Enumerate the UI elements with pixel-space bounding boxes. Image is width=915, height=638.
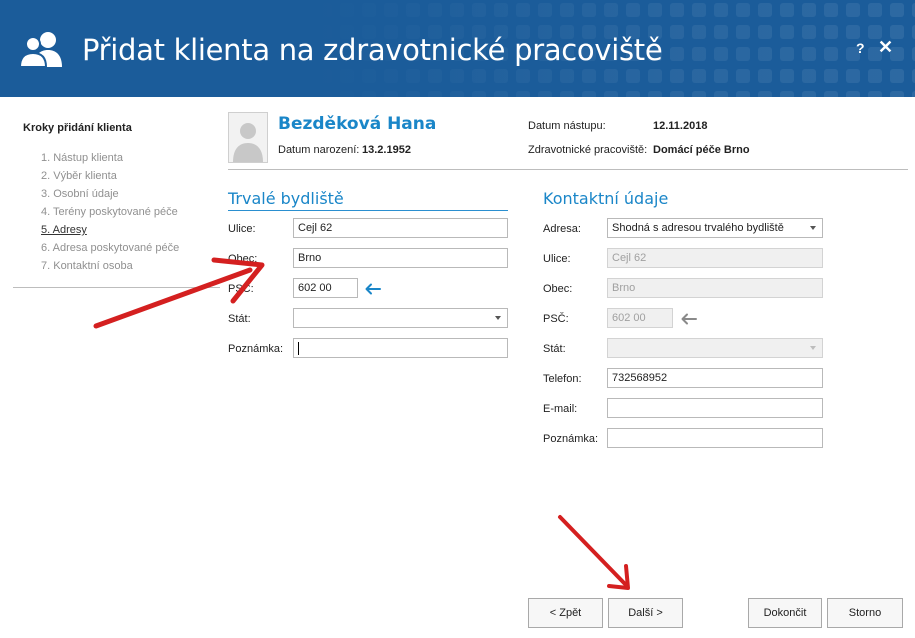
back-button[interactable]: < Zpět [528, 598, 603, 628]
steps-divider [13, 287, 220, 288]
contact-note-input[interactable] [607, 428, 823, 448]
workplace-label: Zdravotnické pracoviště: [528, 144, 648, 156]
dialog-title: Přidat klienta na zdravotnické pracovišt… [82, 33, 663, 67]
users-icon [20, 32, 62, 68]
step-item-3[interactable]: 3. Osobní údaje [41, 187, 179, 205]
perm-zip-label: PSČ: [228, 283, 254, 295]
contact-street-label: Ulice: [543, 253, 571, 265]
birth-date-label: Datum narození: [278, 144, 360, 156]
contact-city-label: Obec: [543, 283, 573, 295]
chevron-down-icon [810, 226, 816, 230]
steps-list: 1. Nástup klienta 2. Výběr klienta 3. Os… [41, 151, 179, 277]
perm-note-input[interactable] [293, 338, 508, 358]
perm-city-label: Obec: [228, 253, 258, 265]
cancel-button[interactable]: Storno [827, 598, 903, 628]
dialog-header: Přidat klienta na zdravotnické pracovišt… [0, 0, 915, 97]
start-date-value: 12.11.2018 [653, 120, 708, 132]
contact-street-input: Cejl 62 [607, 248, 823, 268]
client-name: Bezděková Hana [278, 114, 437, 134]
contact-city-input: Brno [607, 278, 823, 298]
chevron-down-icon [810, 346, 816, 350]
permanent-address-title: Trvalé bydliště [228, 189, 344, 208]
finish-button[interactable]: Dokončit [748, 598, 822, 628]
contact-note-label: Poznámka: [543, 433, 599, 445]
info-divider [228, 169, 908, 170]
contact-address-select[interactable]: Shodná s adresou trvalého bydliště [607, 218, 823, 238]
text-caret [298, 342, 299, 355]
contact-email-input[interactable] [607, 398, 823, 418]
contact-email-label: E-mail: [543, 403, 578, 415]
contact-phone-input[interactable]: 732568952 [607, 368, 823, 388]
contact-title: Kontaktní údaje [543, 189, 669, 208]
contact-address-value: Shodná s adresou trvalého bydliště [612, 222, 784, 234]
contact-country-select [607, 338, 823, 358]
perm-street-label: Ulice: [228, 223, 256, 235]
help-button[interactable]: ? [856, 40, 865, 56]
workplace-value: Domácí péče Brno [653, 144, 750, 156]
chevron-down-icon [495, 316, 501, 320]
close-button[interactable]: ✕ [878, 37, 893, 58]
start-date-label: Datum nástupu: [528, 120, 606, 132]
step-item-2[interactable]: 2. Výběr klienta [41, 169, 179, 187]
perm-street-input[interactable]: Cejl 62 [293, 218, 508, 238]
person-icon [233, 123, 263, 162]
perm-zip-input[interactable]: 602 00 [293, 278, 358, 298]
perm-country-label: Stát: [228, 313, 251, 325]
contact-phone-label: Telefon: [543, 373, 582, 385]
step-item-5[interactable]: 5. Adresy [41, 223, 179, 241]
contact-zip-input: 602 00 [607, 308, 673, 328]
contact-country-label: Stát: [543, 343, 566, 355]
copy-address-arrow-icon[interactable] [364, 283, 382, 295]
annotation-arrow-icon [558, 515, 630, 590]
contact-zip-label: PSČ: [543, 313, 569, 325]
birth-date-value: 13.2.1952 [362, 144, 411, 156]
next-button[interactable]: Další > [608, 598, 683, 628]
client-avatar [228, 112, 268, 163]
step-item-1[interactable]: 1. Nástup klienta [41, 151, 179, 169]
copy-address-arrow-icon [681, 313, 697, 325]
contact-address-label: Adresa: [543, 223, 581, 235]
step-item-4[interactable]: 4. Terény poskytované péče [41, 205, 179, 223]
perm-city-input[interactable]: Brno [293, 248, 508, 268]
step-item-7[interactable]: 7. Kontaktní osoba [41, 259, 179, 277]
step-item-6[interactable]: 6. Adresa poskytované péče [41, 241, 179, 259]
steps-title: Kroky přidání klienta [23, 122, 132, 134]
perm-country-select[interactable] [293, 308, 508, 328]
permanent-title-underline [228, 210, 508, 211]
perm-note-label: Poznámka: [228, 343, 284, 355]
